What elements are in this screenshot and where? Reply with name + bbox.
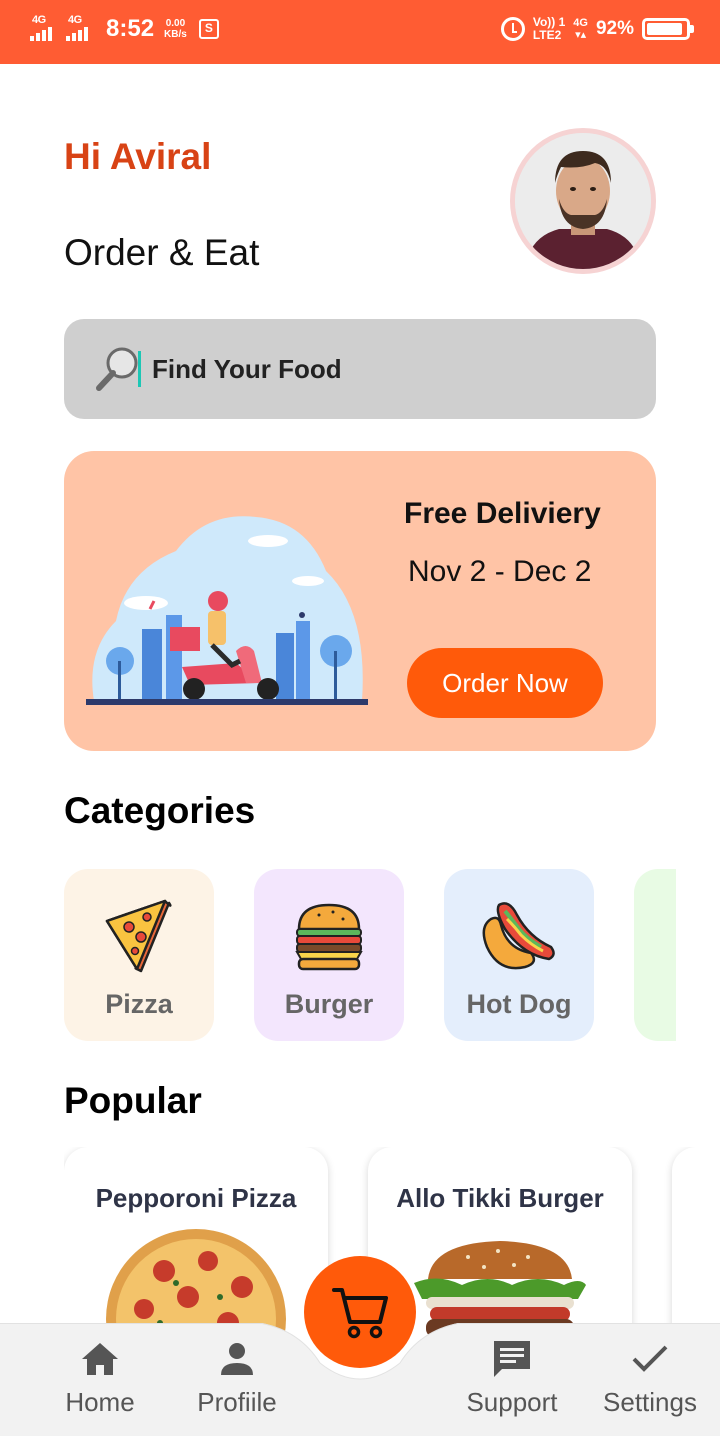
text-caret [138, 351, 141, 387]
greeting-text: Hi Aviral [64, 136, 212, 177]
hotdog-icon [482, 902, 555, 970]
battery-percent: 92% [595, 18, 634, 39]
popular-card-partial[interactable] [672, 1147, 720, 1347]
nav-settings[interactable]: Settings [590, 1337, 710, 1418]
home-icon [82, 1343, 118, 1375]
category-hot-dog[interactable]: Hot Dog [444, 869, 594, 1041]
avatar[interactable] [510, 128, 656, 274]
network-type-2: 4G [68, 14, 82, 26]
status-time: 8:52 [106, 15, 155, 42]
categories-list: Pizza Burger Hot Dog D [64, 869, 676, 1041]
category-pizza[interactable]: Pizza [64, 869, 214, 1041]
data-arrows-icon: ▾▴ [575, 29, 587, 41]
promo-dates: Nov 2 - Dec 2 [408, 555, 592, 588]
promo-title: Free Deliviery [404, 497, 601, 530]
network-speed: 0.00 KB/s [164, 18, 187, 40]
battery-icon [642, 18, 694, 40]
avatar-photo [515, 133, 651, 269]
search-bar[interactable] [64, 319, 656, 419]
category-label: Burger [284, 989, 374, 1019]
check-icon [632, 1345, 668, 1372]
pizza-icon [105, 899, 172, 973]
category-label: Pizza [105, 989, 173, 1019]
categories-heading: Categories [64, 790, 256, 831]
delivery-scooter-illustration [86, 516, 368, 705]
popular-card-pizza[interactable]: Pepporoni Pizza [64, 1147, 328, 1347]
popular-item-name: Allo Tikki Burger [396, 1183, 604, 1213]
screenshot-notification-icon: S [198, 19, 219, 39]
popular-heading: Popular [64, 1080, 202, 1121]
signal-icon: 4G [30, 14, 60, 44]
order-now-button[interactable]: Order Now [407, 648, 603, 718]
person-icon [221, 1343, 253, 1375]
nav-label: Profiile [197, 1387, 277, 1417]
category-burger[interactable]: Burger [254, 869, 404, 1041]
network-speed-unit: KB/s [164, 29, 187, 40]
volte-bottom: LTE2 [532, 28, 562, 42]
category-label: Hot Dog [466, 989, 572, 1019]
status-right: Vo)) 1 LTE2 4G ▾▴ 92% [500, 16, 694, 42]
nav-profile[interactable]: Profiile [177, 1337, 297, 1418]
popular-item-name: Pepporoni Pizza [95, 1183, 297, 1213]
promo-banner[interactable]: Free Deliviery Nov 2 - Dec 2 Order Now [64, 451, 656, 751]
status-left: 4G 4G 8:52 0.00 KB/s S [30, 14, 219, 44]
page-subtitle: Order & Eat [64, 232, 260, 273]
chat-icon [494, 1341, 530, 1377]
nav-label: Support [466, 1387, 558, 1417]
volte-indicator: Vo)) 1 LTE2 [533, 16, 565, 42]
cart-button[interactable] [304, 1256, 416, 1368]
category-partial[interactable]: D [634, 869, 676, 1041]
alarm-icon [500, 17, 525, 41]
search-input[interactable] [152, 347, 622, 391]
battery-level [647, 23, 682, 35]
data-indicator: 4G ▾▴ [573, 17, 588, 41]
search-icon [96, 347, 138, 391]
network-speed-value: 0.00 [165, 18, 186, 29]
cart-icon [332, 1288, 388, 1339]
signal-icon-2: 4G [66, 14, 96, 44]
nav-home[interactable]: Home [40, 1337, 160, 1418]
nav-label: Home [65, 1387, 135, 1417]
category-label: D [634, 989, 676, 1020]
data-network-type: 4G [573, 17, 588, 29]
burger-icon [295, 903, 363, 971]
status-bar: 4G 4G 8:52 0.00 KB/s S Vo)) 1 LTE2 4G ▾▴… [0, 0, 720, 64]
network-type: 4G [32, 14, 46, 26]
nav-label: Settings [603, 1387, 697, 1417]
nav-support[interactable]: Support [452, 1337, 572, 1418]
